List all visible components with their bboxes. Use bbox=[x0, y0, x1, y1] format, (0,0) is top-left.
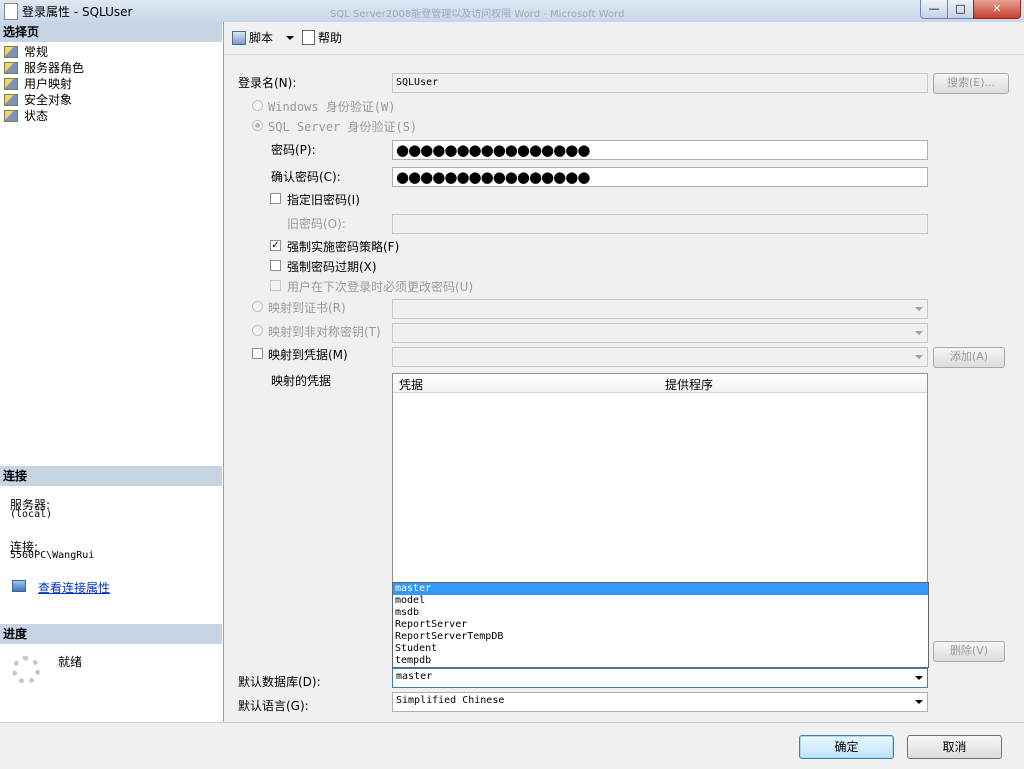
script-label: 脚本 bbox=[249, 31, 274, 45]
sql-auth-radio[interactable] bbox=[252, 120, 263, 131]
dropdown-option[interactable]: ReportServerTempDB bbox=[393, 631, 928, 643]
old-password-field[interactable] bbox=[392, 214, 928, 234]
grid-column-provider[interactable]: 提供程序 bbox=[665, 376, 713, 393]
default-language-label: 默认语言(G): bbox=[238, 699, 309, 713]
dialog-footer: 确定 取消 bbox=[0, 722, 1024, 769]
progress-header: 进度 bbox=[0, 624, 222, 644]
maximize-button[interactable]: □ bbox=[947, 0, 974, 19]
page-label: 状态 bbox=[24, 109, 49, 123]
dropdown-option[interactable]: tempdb bbox=[393, 655, 928, 667]
dropdown-option[interactable]: model bbox=[393, 595, 928, 607]
sql-auth-label: SQL Server 身份验证(S) bbox=[268, 120, 418, 134]
page-label: 服务器角色 bbox=[24, 61, 85, 75]
toolbar: 脚本 帮助 bbox=[224, 22, 1024, 55]
search-button[interactable]: 搜索(E)... bbox=[933, 73, 1009, 94]
left-panel: 选择页 常规 服务器角色 用户映射 安全对象 状态 连接 服务器: (local… bbox=[0, 22, 224, 722]
grid-header: 凭据 提供程序 bbox=[393, 374, 927, 393]
select-page-header: 选择页 bbox=[0, 22, 222, 42]
password-field[interactable]: ●●●●●●●●●●●●●●●● bbox=[392, 140, 928, 160]
script-dropdown-arrow-icon[interactable] bbox=[286, 36, 294, 40]
mapped-credentials-label: 映射的凭据 bbox=[271, 374, 332, 388]
progress-spinner-icon bbox=[12, 656, 40, 684]
server-value: (local) bbox=[10, 509, 53, 520]
connection-header: 连接 bbox=[0, 466, 222, 486]
default-database-combo[interactable]: master bbox=[392, 668, 928, 688]
chevron-down-icon bbox=[915, 331, 923, 335]
default-database-label: 默认数据库(D): bbox=[238, 675, 321, 689]
map-asymmetric-key-radio[interactable] bbox=[252, 325, 263, 336]
credential-combo[interactable] bbox=[392, 347, 928, 367]
ok-button[interactable]: 确定 bbox=[799, 735, 894, 759]
enforce-expiration-checkbox[interactable] bbox=[270, 260, 281, 271]
page-item-general[interactable]: 常规 bbox=[4, 44, 48, 60]
page-item-server-roles[interactable]: 服务器角色 bbox=[4, 60, 84, 76]
dropdown-option[interactable]: master bbox=[393, 583, 928, 595]
cancel-button[interactable]: 取消 bbox=[907, 735, 1002, 759]
windows-auth-radio[interactable] bbox=[252, 100, 263, 111]
minimize-button[interactable]: — bbox=[920, 0, 948, 19]
remove-credential-button[interactable]: 删除(V) bbox=[933, 641, 1005, 662]
page-icon bbox=[4, 46, 18, 58]
grid-column-credential[interactable]: 凭据 bbox=[399, 376, 423, 393]
default-database-dropdown-list[interactable]: master model msdb ReportServer ReportSer… bbox=[392, 582, 929, 668]
script-icon bbox=[232, 31, 246, 45]
page-item-user-mapping[interactable]: 用户映射 bbox=[4, 76, 72, 92]
must-change-checkbox[interactable] bbox=[270, 280, 281, 291]
mapped-credentials-grid[interactable]: 凭据 提供程序 bbox=[392, 373, 928, 593]
page-icon bbox=[4, 110, 18, 122]
must-change-label: 用户在下次登录时必须更改密码(U) bbox=[287, 280, 474, 294]
map-asymmetric-key-label: 映射到非对称密钥(T) bbox=[268, 325, 381, 339]
enforce-policy-label: 强制实施密码策略(F) bbox=[287, 240, 400, 254]
certificate-combo[interactable] bbox=[392, 299, 928, 319]
chevron-down-icon bbox=[915, 307, 923, 311]
help-label: 帮助 bbox=[318, 31, 343, 45]
page-icon bbox=[4, 62, 18, 74]
asymmetric-key-combo[interactable] bbox=[392, 323, 928, 343]
dropdown-option[interactable]: msdb bbox=[393, 607, 928, 619]
default-language-value: Simplified Chinese bbox=[396, 695, 505, 706]
view-connection-properties-link[interactable]: 查看连接属性 bbox=[38, 579, 110, 596]
page-icon bbox=[4, 94, 18, 106]
add-credential-button[interactable]: 添加(A) bbox=[933, 347, 1005, 368]
page-item-status[interactable]: 状态 bbox=[4, 108, 48, 124]
chevron-down-icon bbox=[915, 676, 923, 680]
dropdown-option[interactable]: ReportServer bbox=[393, 619, 928, 631]
map-certificate-label: 映射到证书(R) bbox=[268, 301, 346, 315]
window-title: 登录属性 - SQLUser bbox=[22, 5, 133, 19]
map-credential-label: 映射到凭据(M) bbox=[268, 348, 348, 362]
chevron-down-icon bbox=[915, 700, 923, 704]
old-password-label: 旧密码(O): bbox=[287, 217, 346, 231]
specify-old-password-checkbox[interactable] bbox=[270, 193, 281, 204]
login-name-field[interactable]: SQLUser bbox=[392, 73, 928, 93]
map-certificate-radio[interactable] bbox=[252, 301, 263, 312]
confirm-password-label: 确认密码(C): bbox=[271, 170, 341, 184]
page-item-securables[interactable]: 安全对象 bbox=[4, 92, 72, 108]
confirm-password-field[interactable]: ●●●●●●●●●●●●●●●● bbox=[392, 167, 928, 187]
close-button[interactable]: ✕ bbox=[973, 0, 1021, 19]
connection-value: 5560PC\WangRui bbox=[10, 550, 95, 561]
page-icon bbox=[4, 78, 18, 90]
password-label: 密码(P): bbox=[271, 143, 316, 157]
windows-auth-label: Windows 身份验证(W) bbox=[268, 100, 396, 114]
login-name-label: 登录名(N): bbox=[238, 76, 297, 90]
map-credential-checkbox[interactable] bbox=[252, 348, 263, 359]
enforce-expiration-label: 强制密码过期(X) bbox=[287, 260, 377, 274]
script-button[interactable]: 脚本 bbox=[232, 29, 273, 47]
page-label: 安全对象 bbox=[24, 93, 73, 107]
window-icon bbox=[4, 3, 18, 20]
default-database-value: master bbox=[396, 671, 433, 682]
progress-status: 就绪 bbox=[58, 655, 83, 669]
page-label: 用户映射 bbox=[24, 77, 73, 91]
help-button[interactable]: 帮助 bbox=[302, 29, 342, 47]
chevron-down-icon bbox=[915, 355, 923, 359]
default-language-combo[interactable]: Simplified Chinese bbox=[392, 692, 928, 712]
title-bar: 登录属性 - SQLUser SQL Server2008能登管理以及访问权限 … bbox=[0, 0, 1024, 23]
dropdown-option[interactable]: Student bbox=[393, 643, 928, 655]
page-label: 常规 bbox=[24, 45, 49, 59]
specify-old-password-label: 指定旧密码(I) bbox=[287, 193, 360, 207]
connection-properties-icon bbox=[12, 580, 26, 592]
background-window-title: SQL Server2008能登管理以及访问权限 Word - Microsof… bbox=[330, 9, 625, 20]
help-icon bbox=[302, 30, 315, 45]
enforce-policy-checkbox[interactable]: ✓ bbox=[270, 240, 281, 251]
